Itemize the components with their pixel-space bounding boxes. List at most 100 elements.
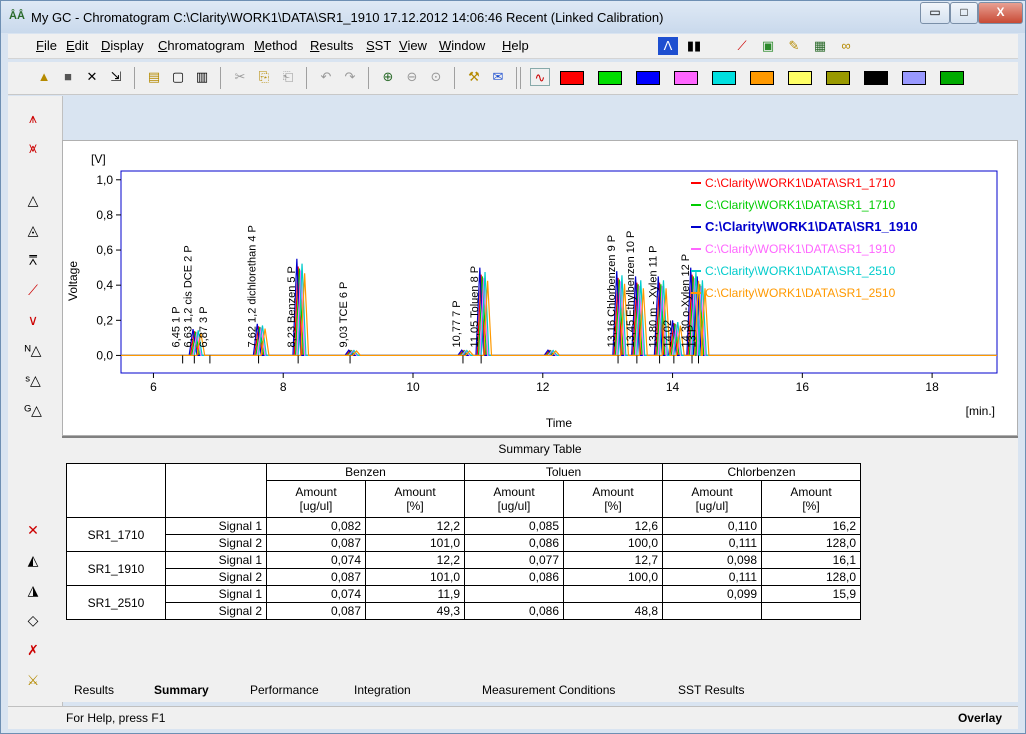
print-preview-icon[interactable]: ▢ xyxy=(168,68,188,86)
zoom-reset-icon[interactable]: ⊙ xyxy=(426,68,446,86)
link-icon[interactable]: ∞ xyxy=(836,37,856,55)
menu-file[interactable]: File xyxy=(36,38,57,53)
delete-icon[interactable]: ✗ xyxy=(22,640,44,660)
print-icon[interactable]: ▤ xyxy=(144,68,164,86)
signal-color-button-8[interactable] xyxy=(826,71,850,85)
print-setup-icon[interactable]: ▥ xyxy=(192,68,212,86)
y-tick-label: 0,0 xyxy=(96,348,113,362)
close-doc-icon[interactable]: ✕ xyxy=(82,68,102,86)
lock-icon[interactable]: ◇ xyxy=(22,610,44,630)
tab-summary[interactable]: Summary xyxy=(154,680,209,700)
signal-color-button-1[interactable] xyxy=(560,71,584,85)
summary-table[interactable]: Benzen Toluen Chlorbenzen Amount [ug/ul] Amo… xyxy=(66,463,861,620)
negative-peak-icon[interactable]: ᴺ△ xyxy=(22,340,44,360)
signal-name: Signal 2 xyxy=(165,602,267,620)
signal-name: Signal 1 xyxy=(165,517,267,535)
overlay-mode-icon[interactable]: ∿ xyxy=(530,68,550,86)
signal-color-button-5[interactable] xyxy=(712,71,736,85)
value-cell: 0,074 xyxy=(266,585,366,603)
tab-results[interactable]: Results xyxy=(74,680,114,700)
menu-view[interactable]: View xyxy=(399,38,427,53)
signal-color-button-2[interactable] xyxy=(598,71,622,85)
menu-display[interactable]: Display xyxy=(101,38,144,53)
value-cell: 15,9 xyxy=(761,585,861,603)
peak-start-icon[interactable]: △ xyxy=(22,190,44,210)
value-cell: 101,0 xyxy=(365,534,465,552)
method-edit-icon[interactable]: ✎ xyxy=(784,37,804,55)
cut-icon[interactable]: ✂ xyxy=(230,68,250,86)
signal-color-button-4[interactable] xyxy=(674,71,698,85)
zoom-in-icon[interactable]: ⊕ xyxy=(378,68,398,86)
clear-all-icon[interactable]: ⚔ xyxy=(22,670,44,690)
value-cell: 0,085 xyxy=(464,517,564,535)
channel-icon[interactable]: Λ xyxy=(658,37,678,55)
split-peak-icon[interactable]: ⩞ xyxy=(22,250,44,270)
peak-label: 6,45 1 P xyxy=(171,306,183,347)
empty-header-cell xyxy=(66,463,166,518)
menu-results[interactable]: Results xyxy=(310,38,353,53)
y-tick-label: 0,8 xyxy=(96,208,113,222)
tab-measurement-conditions[interactable]: Measurement Conditions xyxy=(482,680,615,700)
menu-edit[interactable]: Edit xyxy=(66,38,88,53)
legend-entry: C:\Clarity\WORK1\DATA\SR1_2510 xyxy=(705,286,896,300)
menu-method[interactable]: Method xyxy=(254,38,297,53)
group-icon[interactable]: ᴳ△ xyxy=(22,400,44,420)
open-icon[interactable]: ▲ xyxy=(34,68,54,86)
table-row[interactable]: SR1_1910 Signal 1 0,074 12,2 0,077 12,7 0,098 1… xyxy=(66,551,861,586)
value-cell xyxy=(563,585,663,603)
monitor-icon[interactable]: ▣ xyxy=(758,37,778,55)
legend-entry: C:\Clarity\WORK1\DATA\SR1_1910 xyxy=(705,219,918,234)
integration-icon[interactable]: ⩚ xyxy=(22,108,44,128)
signal-color-button-7[interactable] xyxy=(788,71,812,85)
undo-icon[interactable]: ↶ xyxy=(316,68,336,86)
menu-chromatogram[interactable]: Chromatogram xyxy=(158,38,245,53)
table-row[interactable]: SR1_1710 Signal 1 0,082 12,2 0,085 12,6 0,110 1… xyxy=(66,517,861,552)
table-row[interactable]: Signal 2 0,087 101,0 0,086 100,0 0,111 128,0 xyxy=(67,534,861,552)
rear-tangent-icon[interactable]: ◮ xyxy=(22,580,44,600)
front-tangent-icon[interactable]: ◭ xyxy=(22,550,44,570)
solvent-icon[interactable]: ˢ△ xyxy=(22,370,44,390)
chromatogram-graph[interactable]: 6 8 10 12 14 16 18 0,0 0,2 0,4 0,6 0,8 1,0 [V] Voltage… xyxy=(62,140,1018,436)
tab-performance[interactable]: Performance xyxy=(250,680,319,700)
signal-color-button-3[interactable] xyxy=(636,71,660,85)
title-bar[interactable]: ÅÅ My GC - Chromatogram C:\Clarity\WORK1… xyxy=(1,1,1025,33)
signal-color-button-11[interactable] xyxy=(940,71,964,85)
table-row[interactable]: SR1_2510 Signal 1 0,074 11,9 0,099 15,9 xyxy=(66,585,861,620)
signal-color-button-9[interactable] xyxy=(864,71,888,85)
redo-icon[interactable]: ↷ xyxy=(340,68,360,86)
menu-window[interactable]: Window xyxy=(439,38,485,53)
signal-color-button-10[interactable] xyxy=(902,71,926,85)
signal-color-button-6[interactable] xyxy=(750,71,774,85)
value-cell: 12,7 xyxy=(563,551,663,569)
peak-end-icon[interactable]: ◬ xyxy=(22,220,44,240)
copy-icon[interactable]: ⎘ xyxy=(254,68,274,86)
valley-icon[interactable]: ⟋ xyxy=(22,280,44,300)
value-cell: 0,074 xyxy=(266,551,366,569)
instrument-icon[interactable]: ▦ xyxy=(810,37,830,55)
peak-add-icon[interactable]: ⩙ xyxy=(22,138,44,158)
paste-icon[interactable]: ⎗ xyxy=(278,68,298,86)
close-button[interactable]: X xyxy=(978,2,1023,24)
tab-integration[interactable]: Integration xyxy=(354,680,411,700)
remove-peak-icon[interactable]: ✕ xyxy=(22,520,44,540)
table-row[interactable]: Signal 2 0,087 101,0 0,086 100,0 0,111 128,0 xyxy=(67,568,861,586)
column-icon[interactable]: ▮▮ xyxy=(684,37,704,55)
menu-help[interactable]: Help xyxy=(502,38,529,53)
column-header: Amount [ug/ul] xyxy=(464,480,564,518)
zoom-out-icon[interactable]: ⊖ xyxy=(402,68,422,86)
value-cell: 0,098 xyxy=(662,551,762,569)
value-cell: 0,110 xyxy=(662,517,762,535)
minimize-button[interactable]: ▭ xyxy=(920,2,950,24)
value-cell: 128,0 xyxy=(761,568,861,586)
comment-icon[interactable]: ✉ xyxy=(488,68,508,86)
baseline-icon[interactable]: ∨ xyxy=(22,310,44,330)
tab-sst-results[interactable]: SST Results xyxy=(678,680,744,700)
maximize-button[interactable]: □ xyxy=(950,2,978,24)
save-icon[interactable]: ■ xyxy=(58,68,78,86)
export-icon[interactable]: ⇲ xyxy=(106,68,126,86)
value-cell: 48,8 xyxy=(563,602,663,620)
menu-sst[interactable]: SST xyxy=(366,38,391,53)
table-row[interactable]: Signal 2 0,087 49,3 0,086 48,8 xyxy=(67,602,861,620)
settings-wrench-icon[interactable]: ⚒ xyxy=(464,68,484,86)
calibration-icon[interactable]: ⟋ xyxy=(732,37,752,55)
